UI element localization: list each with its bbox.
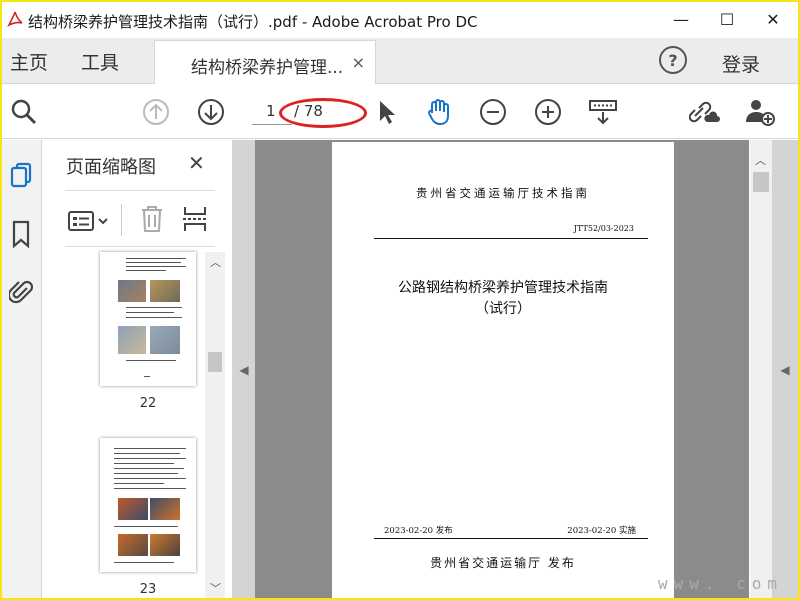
tab-document[interactable]: 结构桥梁养护管理... × — [154, 40, 376, 84]
document-view[interactable]: 贵州省交通运输厅技术指南 JTT52/03-2023 公路钢结构桥梁养护管理技术… — [255, 140, 749, 598]
thumb-photo — [118, 498, 148, 520]
thumb-text — [114, 562, 174, 563]
document-code: JTT52/03-2023 — [573, 224, 634, 233]
zoom-out-icon[interactable] — [477, 96, 509, 128]
minimize-button[interactable]: — — [658, 2, 704, 36]
thumb-text — [126, 317, 182, 318]
attachment-icon[interactable] — [7, 275, 35, 307]
page-header: 贵州省交通运输厅技术指南 — [416, 186, 590, 200]
issuer: 贵州省交通运输厅 发布 — [430, 556, 576, 570]
panel-title: 页面缩略图 — [66, 157, 156, 178]
acrobat-logo-icon — [6, 10, 24, 28]
thumb-text — [126, 307, 182, 308]
thumb-photo — [150, 280, 180, 302]
select-arrow-icon[interactable] — [370, 96, 402, 128]
watermark: www. com — [658, 574, 784, 593]
panel-scrollbar-thumb[interactable] — [208, 352, 222, 372]
thumb-photo — [150, 326, 180, 354]
page-thumbnail-23[interactable] — [100, 438, 196, 572]
scroll-up-icon[interactable]: ︿ — [755, 152, 766, 168]
thumbnail-label: 23 — [139, 582, 157, 597]
thumb-text — [126, 312, 174, 313]
help-icon[interactable]: ? — [659, 46, 687, 74]
rule-line — [374, 538, 648, 539]
thumb-text — [114, 526, 178, 527]
page-up-icon[interactable] — [140, 96, 172, 128]
left-rail — [2, 140, 42, 598]
tab-bar: 主页 工具 结构桥梁养护管理... × ? 登录 — [2, 38, 798, 84]
delete-icon[interactable] — [139, 204, 165, 238]
thumb-photo — [118, 326, 146, 354]
thumb-photo — [118, 280, 146, 302]
thumb-text — [114, 483, 164, 484]
scroll-up-icon[interactable]: ︿ — [210, 254, 221, 270]
window-title: 结构桥梁养护管理技术指南（试行）.pdf - Adobe Acrobat Pro… — [28, 13, 478, 31]
close-button[interactable]: ✕ — [750, 2, 796, 36]
document-scrollbar[interactable]: ︿ — [750, 140, 772, 598]
share-link-icon[interactable] — [689, 96, 721, 128]
title-bar: 结构桥梁养护管理技术指南（试行）.pdf - Adobe Acrobat Pro… — [2, 2, 798, 38]
panel-scrollbar[interactable]: ︿ ﹀ — [205, 252, 225, 598]
divider — [65, 246, 215, 247]
tab-tools[interactable]: 工具 — [81, 48, 119, 75]
thumb-text — [114, 468, 184, 469]
rule-line — [374, 238, 648, 239]
panel-toolbar — [65, 200, 215, 244]
panel-close-button[interactable]: ✕ — [188, 151, 205, 175]
page-down-icon[interactable] — [195, 96, 227, 128]
search-icon[interactable] — [8, 96, 40, 128]
pdf-page: 贵州省交通运输厅技术指南 JTT52/03-2023 公路钢结构桥梁养护管理技术… — [332, 142, 674, 598]
effective-date: 2023-02-20 实施 — [567, 526, 636, 536]
page-thumbnail-22[interactable] — [100, 252, 196, 386]
document-subtitle: （试行） — [475, 301, 531, 317]
thumb-text — [114, 463, 174, 464]
expand-right-icon: ◀ — [780, 363, 790, 377]
page-display-icon[interactable] — [587, 96, 619, 128]
publish-date: 2023-02-20 发布 — [384, 526, 453, 536]
document-scrollbar-thumb[interactable] — [753, 172, 769, 192]
thumb-text — [114, 478, 186, 479]
document-title: 公路钢结构桥梁养护管理技术指南 — [398, 280, 608, 296]
thumb-photo — [118, 534, 148, 556]
thumb-photo — [150, 534, 180, 556]
thumbnail-options-icon[interactable] — [67, 210, 111, 238]
expand-right-pane[interactable]: ◀ — [772, 140, 798, 598]
thumbnail-label: 22 — [139, 396, 157, 411]
thumb-text — [126, 258, 186, 259]
thumbnails-panel: 页面缩略图 ✕ 22 23 ︿ ﹀ — [43, 140, 233, 598]
extract-icon[interactable] — [181, 204, 209, 238]
divider — [121, 204, 122, 236]
pages-icon[interactable] — [7, 160, 35, 192]
toolbar: 1 / 78 — [2, 85, 798, 139]
zoom-in-icon[interactable] — [532, 96, 564, 128]
tab-document-close[interactable]: × — [352, 53, 365, 72]
thumb-text — [114, 488, 186, 489]
thumb-text — [126, 262, 181, 263]
thumb-text — [126, 270, 166, 271]
thumb-text — [126, 266, 186, 267]
collapse-left-icon: ◀ — [239, 363, 249, 377]
thumb-photo — [150, 498, 180, 520]
thumb-text — [114, 473, 178, 474]
thumb-text — [144, 376, 150, 377]
hand-tool-icon[interactable] — [423, 96, 455, 128]
bookmark-icon[interactable] — [7, 218, 35, 250]
maximize-button[interactable]: ☐ — [704, 2, 750, 36]
thumb-text — [114, 453, 180, 454]
thumb-text — [114, 448, 186, 449]
add-user-icon[interactable] — [744, 96, 776, 128]
app-window: 结构桥梁养护管理技术指南（试行）.pdf - Adobe Acrobat Pro… — [0, 0, 800, 600]
thumb-text — [114, 458, 186, 459]
tab-home[interactable]: 主页 — [10, 48, 48, 75]
red-annotation-ellipse — [279, 98, 367, 128]
scroll-down-icon[interactable]: ﹀ — [210, 580, 221, 596]
collapse-left-pane[interactable]: ◀ — [233, 140, 255, 598]
thumb-text — [126, 360, 176, 361]
login-button[interactable]: 登录 — [722, 50, 760, 77]
divider — [65, 190, 215, 191]
tab-document-label: 结构桥梁养护管理... — [191, 58, 344, 78]
